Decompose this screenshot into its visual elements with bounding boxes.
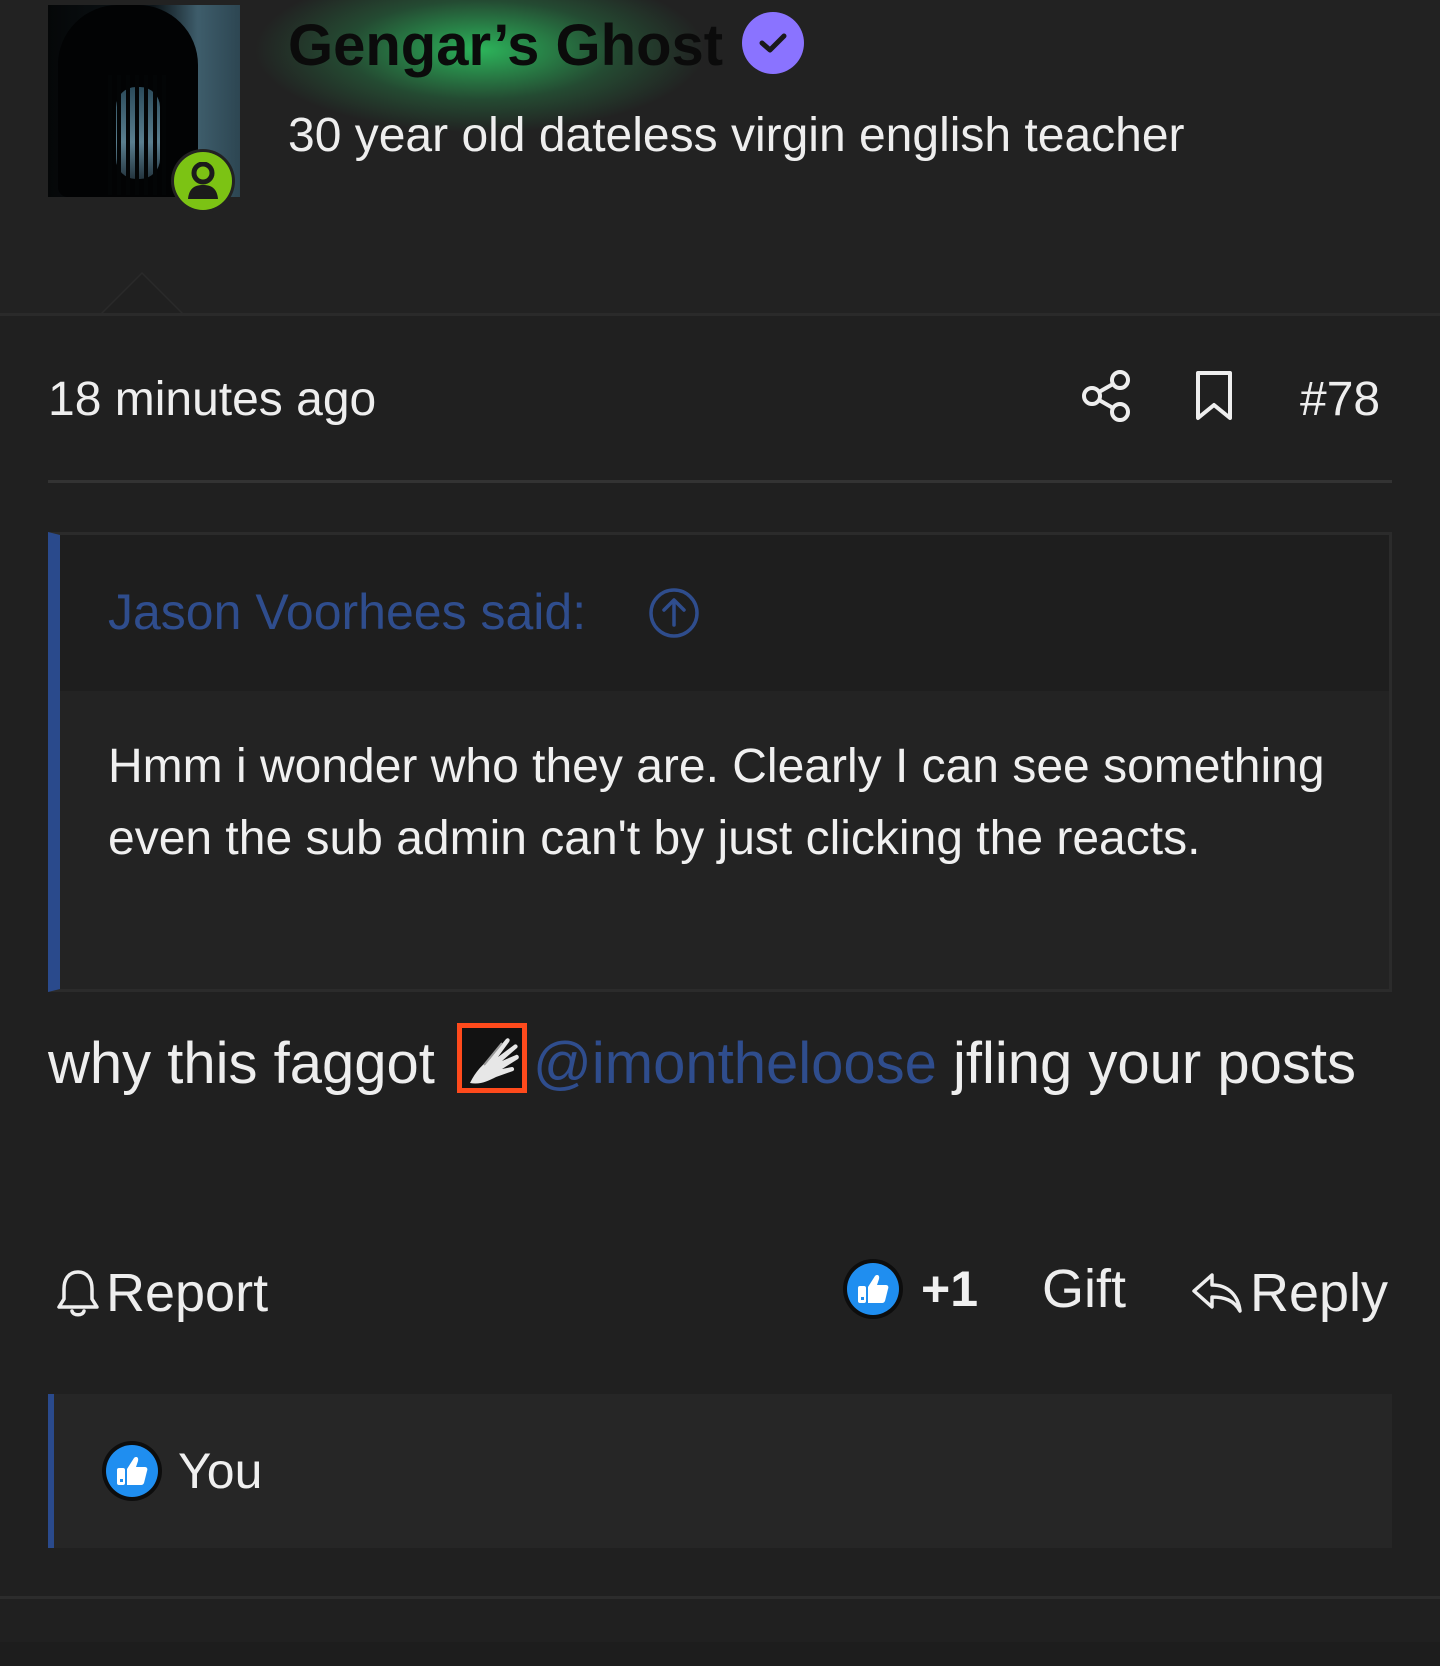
quote-header: Jason Voorhees said: bbox=[60, 535, 1389, 691]
message-text-before: why this faggot bbox=[48, 1031, 451, 1096]
like-icon bbox=[843, 1259, 903, 1319]
like-icon bbox=[102, 1441, 162, 1501]
post-message: why this faggot @imontheloose jfling you… bbox=[48, 1022, 1392, 1106]
online-status-badge bbox=[171, 149, 235, 213]
reaction-count: +1 bbox=[921, 1261, 979, 1317]
reply-label: Reply bbox=[1250, 1263, 1389, 1323]
reply-arrow-icon bbox=[1192, 1273, 1242, 1313]
reaction-user-name[interactable]: You bbox=[178, 1442, 262, 1500]
post-timestamp[interactable]: 18 minutes ago bbox=[48, 372, 376, 427]
bookmark-icon[interactable] bbox=[1194, 370, 1234, 422]
hand-emoji-icon bbox=[457, 1023, 527, 1093]
reply-button[interactable]: Reply bbox=[1190, 1258, 1388, 1328]
post-divider bbox=[0, 1596, 1440, 1599]
quote-text: Hmm i wonder who they are. Clearly I can… bbox=[108, 740, 1325, 865]
quote-author-link[interactable]: Jason Voorhees said: bbox=[108, 583, 586, 641]
avatar[interactable] bbox=[48, 5, 240, 213]
arrow-up-circle-icon[interactable] bbox=[648, 587, 700, 639]
quote-block: Jason Voorhees said: Hmm i wonder who th… bbox=[48, 532, 1392, 992]
meta-divider bbox=[48, 480, 1392, 483]
reaction-summary-button[interactable]: +1 bbox=[843, 1256, 978, 1322]
report-label: Report bbox=[106, 1263, 269, 1323]
author-username[interactable]: Gengar’s Ghost bbox=[288, 12, 723, 79]
author-title: 30 year old dateless virgin english teac… bbox=[288, 109, 1185, 162]
user-icon bbox=[188, 162, 218, 199]
message-text-after: jfling your posts bbox=[936, 1031, 1356, 1096]
post-header: Gengar’s Ghost 30 year old dateless virg… bbox=[0, 0, 1440, 316]
next-post-edge bbox=[0, 1642, 1440, 1666]
report-button[interactable]: Report bbox=[56, 1258, 268, 1328]
gift-button[interactable]: Gift bbox=[1042, 1258, 1126, 1320]
share-icon[interactable] bbox=[1082, 370, 1132, 422]
bell-icon bbox=[57, 1270, 99, 1317]
post-number-link[interactable]: #78 bbox=[1300, 372, 1380, 427]
verified-badge-icon bbox=[742, 12, 804, 74]
user-mention-link[interactable]: @imontheloose bbox=[533, 1031, 937, 1096]
header-divider bbox=[0, 313, 1440, 316]
reactions-list[interactable]: You bbox=[48, 1394, 1392, 1548]
